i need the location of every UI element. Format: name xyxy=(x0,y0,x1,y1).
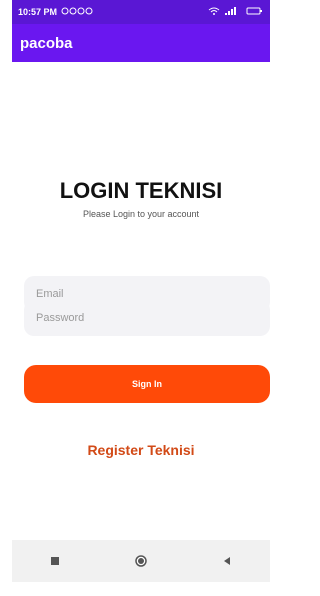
signal-icon xyxy=(224,6,242,18)
sign-in-button[interactable]: Sign In xyxy=(24,365,270,403)
status-time: 10:57 PM xyxy=(18,7,58,17)
back-button[interactable] xyxy=(215,549,239,573)
notification-icons xyxy=(61,6,97,18)
wifi-icon xyxy=(208,6,220,18)
password-field[interactable] xyxy=(24,300,294,336)
status-right xyxy=(208,6,264,18)
back-icon xyxy=(224,557,230,565)
login-subtitle: Please Login to your account xyxy=(82,209,200,219)
status-left: 10:57 PM xyxy=(18,6,97,18)
home-icon xyxy=(135,555,147,567)
status-bar: 10:57 PM xyxy=(12,0,270,24)
recent-apps-button[interactable] xyxy=(43,549,67,573)
login-content: LOGIN TEKNISI Please Login to your accou… xyxy=(12,62,294,537)
recent-apps-icon xyxy=(51,557,59,565)
password-input[interactable] xyxy=(24,300,294,336)
phone-screen: 10:57 PM pacoba LOGIN TEKNISI Please Log… xyxy=(0,0,294,596)
login-title: LOGIN TEKNISI xyxy=(59,178,223,203)
app-title: pacoba xyxy=(20,34,73,52)
register-teknisi-link[interactable]: Register Teknisi xyxy=(12,442,270,458)
battery-icon xyxy=(246,6,264,18)
home-button[interactable] xyxy=(129,549,153,573)
app-bar: pacoba xyxy=(12,24,270,62)
navigation-bar xyxy=(12,540,270,582)
